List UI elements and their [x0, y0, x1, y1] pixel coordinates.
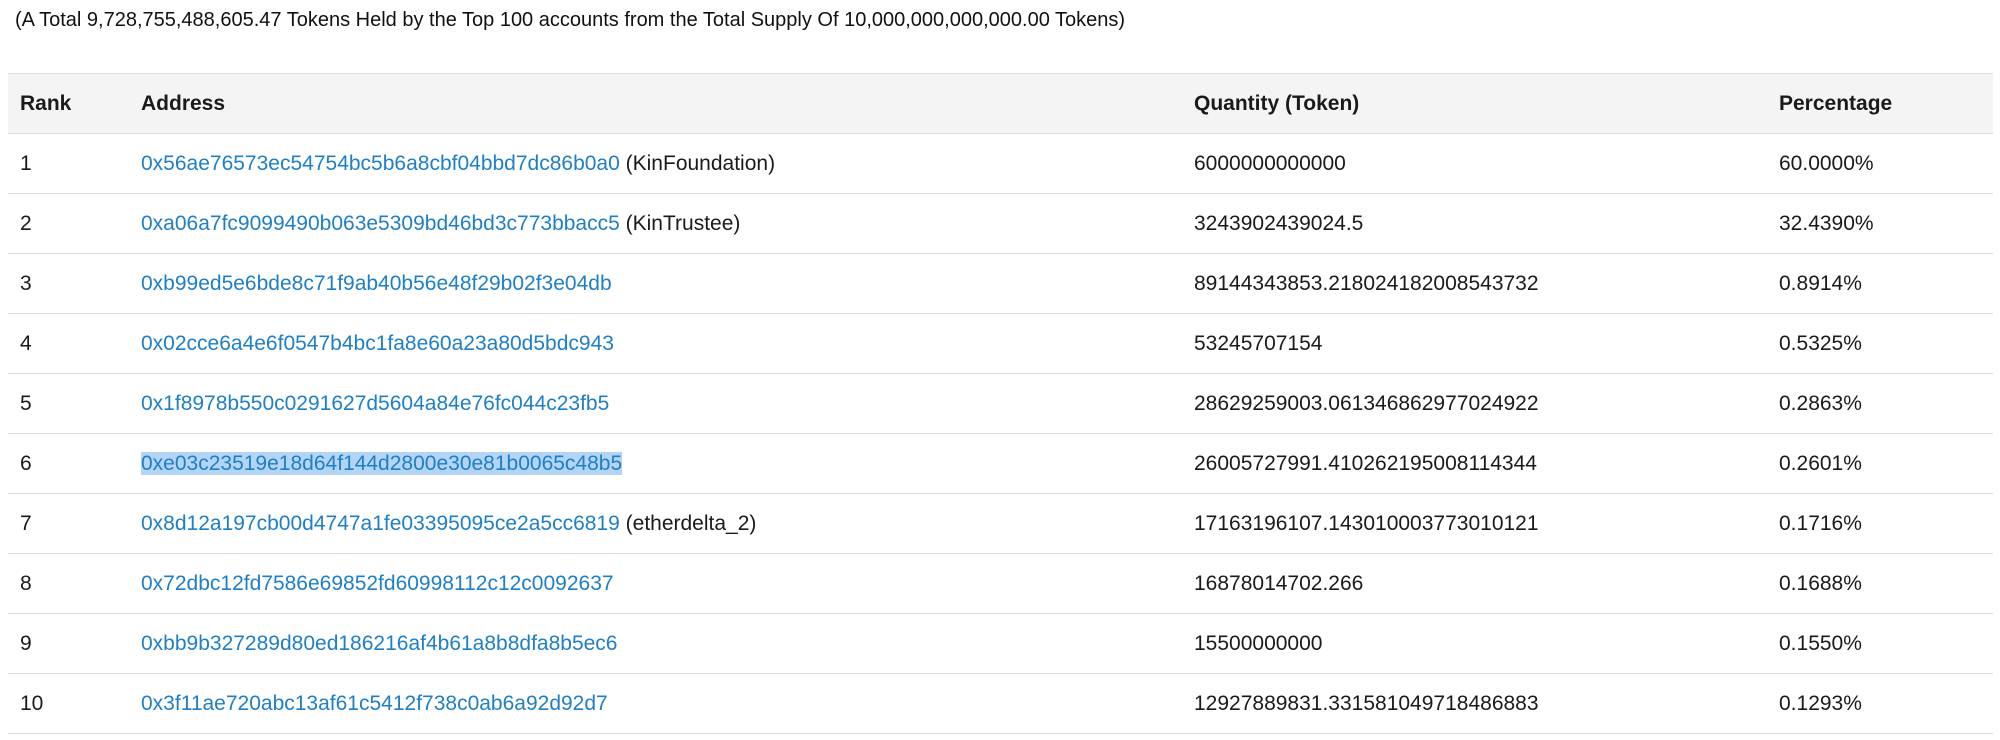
percentage-cell: 0.1293%	[1767, 673, 1993, 734]
address-label: (etherdelta_2)	[625, 511, 757, 535]
table-row: 5 0x1f8978b550c0291627d5604a84e76fc044c2…	[8, 373, 1993, 434]
rank-cell: 10	[8, 673, 129, 734]
token-holders-table: Rank Address Quantity (Token) Percentage…	[8, 73, 1993, 734]
table-row: 9 0xbb9b327289d80ed186216af4b61a8b8dfa8b…	[8, 613, 1993, 674]
rank-cell: 5	[8, 373, 129, 434]
quantity-cell: 3243902439024.5	[1182, 193, 1767, 254]
table-row: 8 0x72dbc12fd7586e69852fd60998112c12c009…	[8, 553, 1993, 614]
quantity-cell: 26005727991.410262195008114344	[1182, 433, 1767, 494]
address-link[interactable]: 0x8d12a197cb00d4747a1fe03395095ce2a5cc68…	[141, 512, 620, 535]
address-cell: 0x56ae76573ec54754bc5b6a8cbf04bbd7dc86b0…	[129, 133, 1182, 194]
address-link[interactable]: 0x1f8978b550c0291627d5604a84e76fc044c23f…	[141, 392, 609, 415]
quantity-cell: 12927889831.331581049718486883	[1182, 673, 1767, 734]
percentage-cell: 60.0000%	[1767, 133, 1993, 194]
percentage-cell: 0.1716%	[1767, 493, 1993, 554]
table-row: 6 0xe03c23519e18d64f144d2800e30e81b0065c…	[8, 433, 1993, 494]
quantity-column-header: Quantity (Token)	[1182, 73, 1767, 134]
rank-cell: 8	[8, 553, 129, 614]
address-cell: 0xb99ed5e6bde8c71f9ab40b56e48f29b02f3e04…	[129, 253, 1182, 314]
table-row: 3 0xb99ed5e6bde8c71f9ab40b56e48f29b02f3e…	[8, 253, 1993, 314]
address-link[interactable]: 0x72dbc12fd7586e69852fd60998112c12c00926…	[141, 572, 614, 595]
table-row: 7 0x8d12a197cb00d4747a1fe03395095ce2a5cc…	[8, 493, 1993, 554]
address-link[interactable]: 0x3f11ae720abc13af61c5412f738c0ab6a92d92…	[141, 692, 608, 715]
quantity-cell: 15500000000	[1182, 613, 1767, 674]
rank-cell: 1	[8, 133, 129, 194]
percentage-cell: 0.1550%	[1767, 613, 1993, 674]
percentage-cell: 0.1688%	[1767, 553, 1993, 614]
table-header: Rank Address Quantity (Token) Percentage	[8, 73, 1993, 134]
table-row: 1 0x56ae76573ec54754bc5b6a8cbf04bbd7dc86…	[8, 133, 1993, 194]
address-cell: 0xe03c23519e18d64f144d2800e30e81b0065c48…	[129, 433, 1182, 494]
percentage-cell: 0.8914%	[1767, 253, 1993, 314]
address-link[interactable]: 0x02cce6a4e6f0547b4bc1fa8e60a23a80d5bdc9…	[141, 332, 614, 355]
rank-cell: 6	[8, 433, 129, 494]
address-column-header: Address	[129, 73, 1182, 134]
address-link[interactable]: 0xbb9b327289d80ed186216af4b61a8b8dfa8b5e…	[141, 632, 617, 655]
address-cell: 0x8d12a197cb00d4747a1fe03395095ce2a5cc68…	[129, 493, 1182, 554]
rank-cell: 2	[8, 193, 129, 254]
rank-column-header: Rank	[8, 73, 129, 134]
address-cell: 0xa06a7fc9099490b063e5309bd46bd3c773bbac…	[129, 193, 1182, 254]
quantity-cell: 17163196107.143010003773010121	[1182, 493, 1767, 554]
address-link[interactable]: 0xb99ed5e6bde8c71f9ab40b56e48f29b02f3e04…	[141, 272, 612, 295]
address-link[interactable]: 0x56ae76573ec54754bc5b6a8cbf04bbd7dc86b0…	[141, 152, 620, 175]
quantity-cell: 53245707154	[1182, 313, 1767, 374]
address-cell: 0xbb9b327289d80ed186216af4b61a8b8dfa8b5e…	[129, 613, 1182, 674]
rank-cell: 3	[8, 253, 129, 314]
percentage-column-header: Percentage	[1767, 73, 1993, 134]
quantity-cell: 28629259003.061346862977024922	[1182, 373, 1767, 434]
quantity-cell: 16878014702.266	[1182, 553, 1767, 614]
table-row: 2 0xa06a7fc9099490b063e5309bd46bd3c773bb…	[8, 193, 1993, 254]
address-cell: 0x02cce6a4e6f0547b4bc1fa8e60a23a80d5bdc9…	[129, 313, 1182, 374]
address-link-selected[interactable]: 0xe03c23519e18d64f144d2800e30e81b0065c48…	[141, 451, 623, 475]
percentage-cell: 32.4390%	[1767, 193, 1993, 254]
address-label: (KinTrustee)	[625, 211, 741, 235]
address-cell: 0x1f8978b550c0291627d5604a84e76fc044c23f…	[129, 373, 1182, 434]
table-body: 1 0x56ae76573ec54754bc5b6a8cbf04bbd7dc86…	[8, 133, 1993, 734]
address-label: (KinFoundation)	[625, 151, 776, 175]
percentage-cell: 0.2601%	[1767, 433, 1993, 494]
rank-cell: 7	[8, 493, 129, 554]
address-cell: 0x72dbc12fd7586e69852fd60998112c12c00926…	[129, 553, 1182, 614]
token-holders-summary: (A Total 9,728,755,488,605.47 Tokens Hel…	[15, 9, 1126, 31]
percentage-cell: 0.5325%	[1767, 313, 1993, 374]
table-row: 10 0x3f11ae720abc13af61c5412f738c0ab6a92…	[8, 673, 1993, 734]
table-header-row: Rank Address Quantity (Token) Percentage	[8, 73, 1993, 134]
percentage-cell: 0.2863%	[1767, 373, 1993, 434]
quantity-cell: 89144343853.218024182008543732	[1182, 253, 1767, 314]
address-link[interactable]: 0xa06a7fc9099490b063e5309bd46bd3c773bbac…	[141, 212, 620, 235]
address-cell: 0x3f11ae720abc13af61c5412f738c0ab6a92d92…	[129, 673, 1182, 734]
rank-cell: 9	[8, 613, 129, 674]
rank-cell: 4	[8, 313, 129, 374]
table-row: 4 0x02cce6a4e6f0547b4bc1fa8e60a23a80d5bd…	[8, 313, 1993, 374]
quantity-cell: 6000000000000	[1182, 133, 1767, 194]
